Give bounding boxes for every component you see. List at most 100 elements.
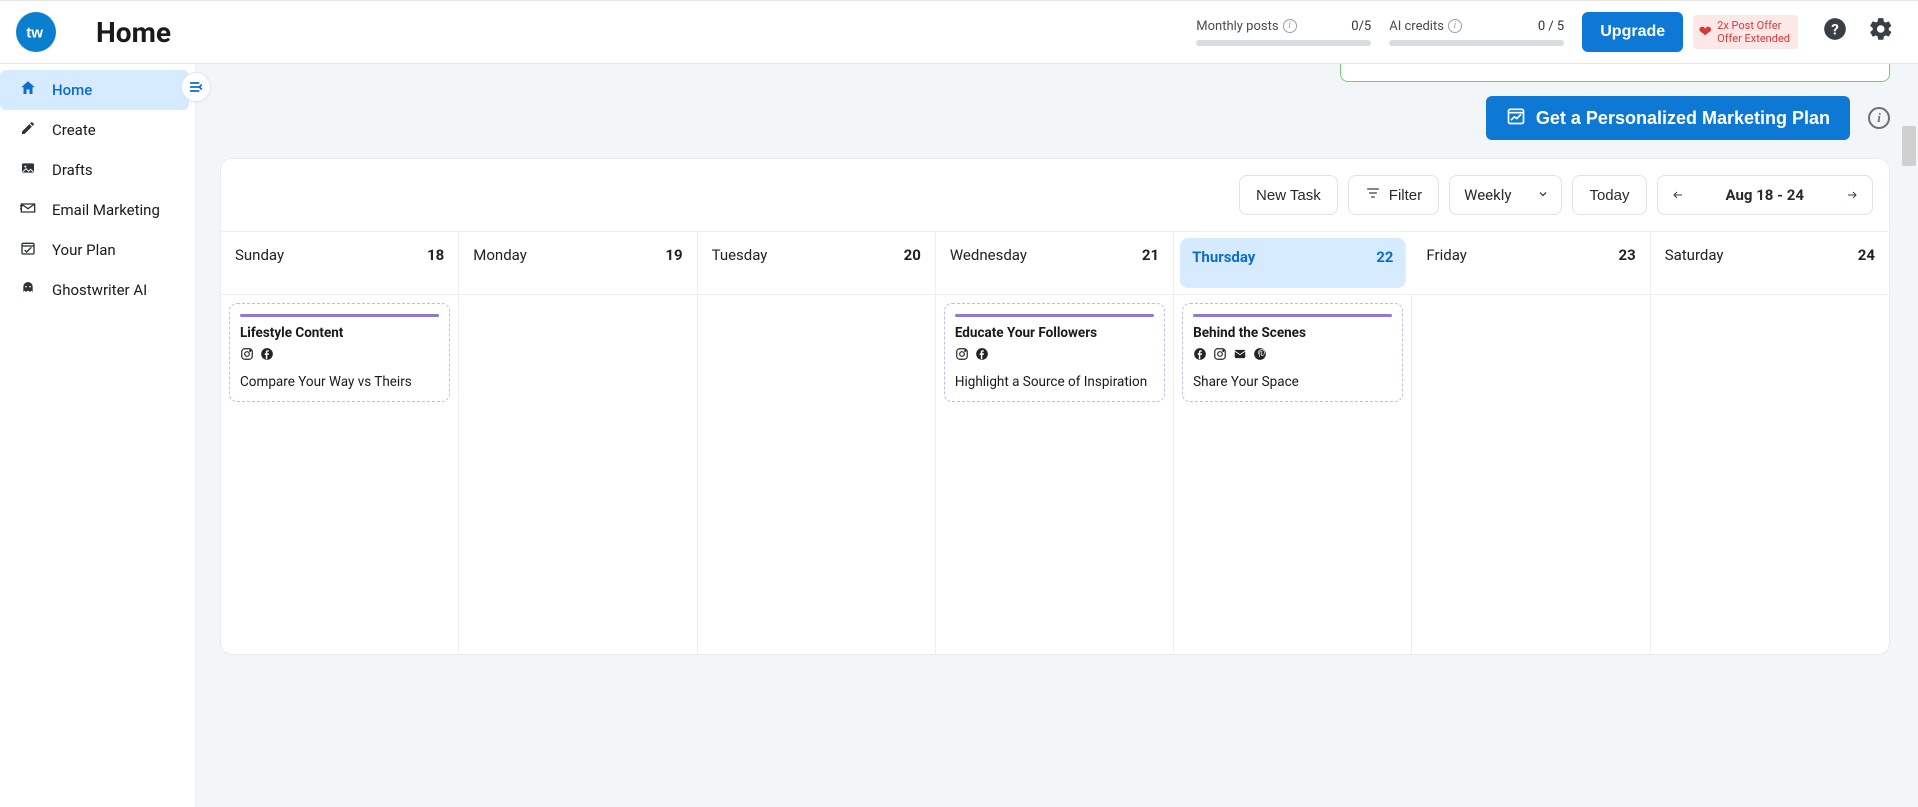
- calendar-toolbar: New Task Filter Weekly: [221, 159, 1889, 231]
- new-task-button[interactable]: New Task: [1239, 175, 1338, 215]
- task-color-bar: [955, 314, 1154, 317]
- personalized-plan-button[interactable]: Get a Personalized Marketing Plan: [1486, 96, 1850, 140]
- success-banner-remnant: [1340, 64, 1890, 82]
- filter-label: Filter: [1389, 187, 1422, 204]
- sidebar-item-ghostwriter-ai[interactable]: Ghostwriter AI: [0, 270, 189, 310]
- topbar: tw Home Monthly posts i 0/5 AI credits i…: [0, 0, 1918, 64]
- task-card[interactable]: Lifestyle Content Compare Your Way vs Th…: [229, 303, 450, 402]
- task-color-bar: [240, 314, 439, 317]
- today-button[interactable]: Today: [1572, 175, 1646, 215]
- settings-icon[interactable]: [1868, 16, 1894, 49]
- today-label: Today: [1589, 187, 1629, 204]
- ghost-icon: [18, 280, 38, 300]
- sidebar-item-drafts[interactable]: Drafts: [0, 150, 189, 190]
- upgrade-button[interactable]: Upgrade: [1582, 12, 1683, 52]
- view-dropdown[interactable]: Weekly: [1449, 175, 1562, 215]
- offer-badge[interactable]: ❤ 2x Post Offer Offer Extended: [1693, 15, 1798, 49]
- task-card[interactable]: Behind the Scenes Share Your Space: [1182, 303, 1403, 402]
- task-title: Behind the Scenes: [1193, 325, 1392, 341]
- facebook-icon: [975, 347, 989, 365]
- calendar-day-headers: Sunday 18 Monday 19 Tuesday 20 Wednesday…: [221, 231, 1889, 294]
- sidebar-item-label: Your Plan: [52, 241, 116, 259]
- offer-line2: Offer Extended: [1717, 32, 1790, 45]
- offer-line1: 2x Post Offer: [1717, 19, 1781, 32]
- next-week-button[interactable]: [1832, 176, 1872, 214]
- personalized-plan-label: Get a Personalized Marketing Plan: [1536, 108, 1830, 129]
- mail-icon: [18, 200, 38, 220]
- help-icon[interactable]: ?: [1822, 16, 1848, 49]
- ai-credits-meter: AI credits i 0 / 5: [1389, 19, 1564, 46]
- filter-button[interactable]: Filter: [1348, 175, 1439, 215]
- instagram-icon: [955, 347, 969, 365]
- day-header-wednesday[interactable]: Wednesday 21: [936, 232, 1174, 294]
- task-subtitle: Compare Your Way vs Theirs: [240, 373, 439, 391]
- sidebar-item-your-plan[interactable]: Your Plan: [0, 230, 189, 270]
- prev-week-button[interactable]: [1658, 176, 1698, 214]
- facebook-icon: [260, 347, 274, 365]
- ai-credits-value: 0 / 5: [1538, 19, 1564, 34]
- scrollbar-thumb[interactable]: [1902, 126, 1916, 166]
- day-column-wednesday[interactable]: Educate Your Followers Highlight a Sourc…: [936, 295, 1174, 654]
- info-icon[interactable]: i: [1283, 19, 1297, 33]
- pencil-icon: [18, 120, 38, 140]
- day-column-thursday[interactable]: Behind the Scenes Share Your Space: [1174, 295, 1412, 654]
- monthly-posts-track: [1196, 40, 1371, 46]
- heart-icon: ❤: [1695, 22, 1715, 42]
- calendar-icon: [18, 240, 38, 260]
- ai-credits-track: [1389, 40, 1564, 46]
- day-header-thursday[interactable]: Thursday 22: [1180, 238, 1406, 288]
- svg-text:tw: tw: [26, 24, 43, 41]
- pinterest-icon: [1253, 347, 1267, 365]
- scrollbar[interactable]: [1900, 64, 1916, 807]
- date-range-control: Aug 18 - 24: [1657, 175, 1874, 215]
- task-color-bar: [1193, 314, 1392, 317]
- day-column-sunday[interactable]: Lifestyle Content Compare Your Way vs Th…: [221, 295, 459, 654]
- page-title: Home: [96, 16, 171, 49]
- mail-icon: [1233, 347, 1247, 365]
- image-icon: [18, 160, 38, 180]
- sidebar-item-label: Email Marketing: [52, 201, 160, 219]
- task-title: Lifestyle Content: [240, 325, 439, 341]
- task-subtitle: Share Your Space: [1193, 373, 1392, 391]
- main-content: Get a Personalized Marketing Plan i New …: [196, 64, 1918, 807]
- view-label: Weekly: [1450, 176, 1525, 214]
- day-column-saturday[interactable]: [1651, 295, 1889, 654]
- day-header-tuesday[interactable]: Tuesday 20: [698, 232, 936, 294]
- sidebar-item-email-marketing[interactable]: Email Marketing: [0, 190, 189, 230]
- filter-icon: [1365, 185, 1381, 205]
- day-header-monday[interactable]: Monday 19: [459, 232, 697, 294]
- sidebar-item-label: Ghostwriter AI: [52, 281, 147, 299]
- sidebar-item-home[interactable]: Home: [0, 70, 189, 110]
- sidebar-item-label: Home: [52, 81, 92, 99]
- monthly-posts-label: Monthly posts: [1196, 19, 1278, 34]
- info-icon[interactable]: i: [1868, 107, 1890, 129]
- day-header-saturday[interactable]: Saturday 24: [1651, 232, 1889, 294]
- day-column-tuesday[interactable]: [698, 295, 936, 654]
- info-icon[interactable]: i: [1448, 19, 1462, 33]
- date-range-label: Aug 18 - 24: [1698, 176, 1833, 214]
- sidebar-item-label: Create: [52, 121, 96, 139]
- day-header-sunday[interactable]: Sunday 18: [221, 232, 459, 294]
- logo[interactable]: tw: [16, 12, 56, 52]
- sidebar: Home Create Drafts Email Marketing Your …: [0, 64, 196, 807]
- day-header-friday[interactable]: Friday 23: [1412, 232, 1650, 294]
- home-icon: [18, 79, 38, 101]
- chart-calendar-icon: [1506, 106, 1526, 131]
- ai-credits-label: AI credits: [1389, 19, 1444, 34]
- new-task-label: New Task: [1256, 187, 1321, 204]
- monthly-posts-value: 0/5: [1351, 19, 1371, 34]
- svg-text:?: ?: [1831, 20, 1839, 38]
- calendar-body: Lifestyle Content Compare Your Way vs Th…: [221, 294, 1889, 654]
- chevron-down-icon: [1537, 186, 1549, 204]
- day-column-monday[interactable]: [459, 295, 697, 654]
- sidebar-item-label: Drafts: [52, 161, 93, 179]
- task-card[interactable]: Educate Your Followers Highlight a Sourc…: [944, 303, 1165, 402]
- task-subtitle: Highlight a Source of Inspiration: [955, 373, 1154, 391]
- calendar-card: New Task Filter Weekly: [220, 158, 1890, 655]
- task-title: Educate Your Followers: [955, 325, 1154, 341]
- facebook-icon: [1193, 347, 1207, 365]
- day-column-friday[interactable]: [1412, 295, 1650, 654]
- sidebar-item-create[interactable]: Create: [0, 110, 189, 150]
- instagram-icon: [1213, 347, 1227, 365]
- monthly-posts-meter: Monthly posts i 0/5: [1196, 19, 1371, 46]
